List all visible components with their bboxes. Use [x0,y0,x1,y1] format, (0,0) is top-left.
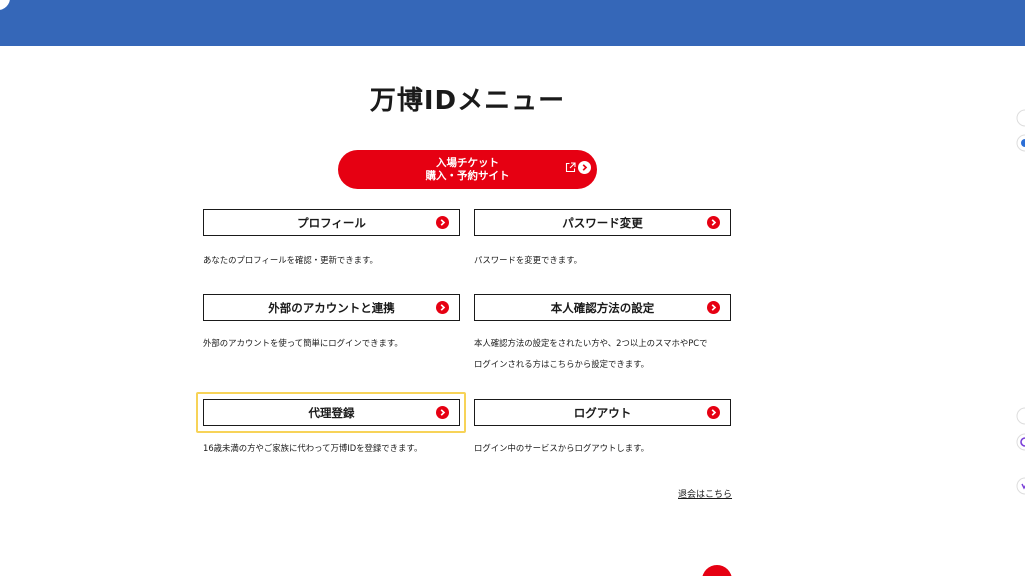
identity-verification-button[interactable]: 本人確認方法の設定 [474,294,731,321]
external-account-link-button[interactable]: 外部のアカウントと連携 [203,294,460,321]
logout-description: ログイン中のサービスからログアウトします。 [474,443,650,453]
ticket-button-label: 入場チケット 購入・予約サイト [338,157,597,182]
proxy-registration-description: 16歳未満の方やご家族に代わって万博IDを登録できます。 [203,443,423,453]
chevron-right-circle-icon [578,161,591,174]
profile-button-label: プロフィール [297,216,366,230]
floating-widget-icon[interactable] [1013,108,1025,154]
logo-fragment[interactable] [0,0,10,10]
page: 万博IDメニュー 入場チケット 購入・予約サイト プロフィール パスワード変更 … [0,0,1025,576]
chevron-right-circle-icon [707,406,720,419]
ticket-site-button[interactable]: 入場チケット 購入・予約サイト [338,150,597,189]
password-change-description: パスワードを変更できます。 [474,255,583,265]
page-top-button[interactable] [702,565,732,576]
chevron-right-circle-icon [707,301,720,314]
proxy-registration-button[interactable]: 代理登録 [203,399,460,426]
chevron-right-circle-icon [436,301,449,314]
page-title: 万博IDメニュー [369,86,566,116]
ticket-label-line1: 入場チケット [436,157,499,169]
profile-button[interactable]: プロフィール [203,209,460,236]
external-link-icon [565,162,576,173]
floating-widget-icon[interactable] [1013,404,1025,496]
chevron-right-circle-icon [436,406,449,419]
external-account-description: 外部のアカウントを使って簡単にログインできます。 [203,338,403,348]
chevron-right-circle-icon [436,216,449,229]
proxy-registration-button-label: 代理登録 [308,406,355,420]
password-change-button-label: パスワード変更 [562,216,643,230]
site-header [0,0,1025,46]
identity-verification-button-label: 本人確認方法の設定 [550,301,655,315]
logout-button-label: ログアウト [573,406,632,420]
chevron-right-circle-icon [707,216,720,229]
external-account-button-label: 外部のアカウントと連携 [268,301,395,315]
profile-description: あなたのプロフィールを確認・更新できます。 [203,255,378,265]
withdraw-link[interactable]: 退会はこちら [678,487,732,500]
identity-verification-description-line2: ログインされる方はこちらから設定できます。 [474,359,650,369]
password-change-button[interactable]: パスワード変更 [474,209,731,236]
identity-verification-description-line1: 本人確認方法の設定をされたい方や、2つ以上のスマホやPCで [474,338,708,348]
logout-button[interactable]: ログアウト [474,399,731,426]
ticket-label-line2: 購入・予約サイト [425,169,510,182]
